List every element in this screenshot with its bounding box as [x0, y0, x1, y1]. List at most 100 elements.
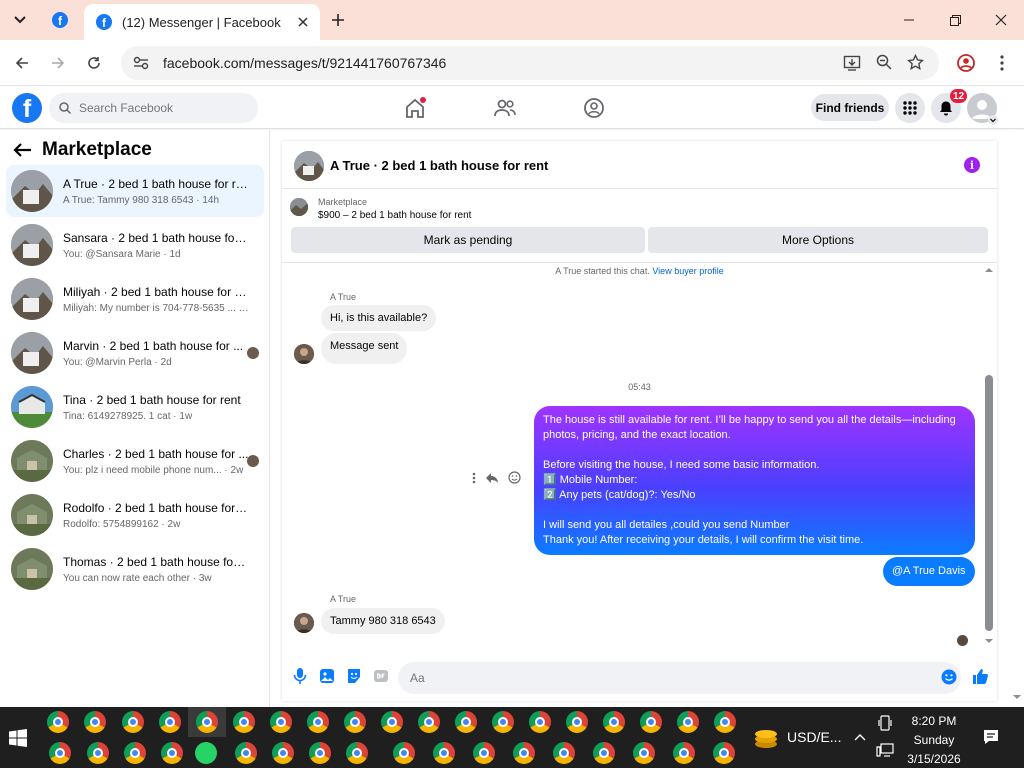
restore-button[interactable]: [932, 0, 978, 40]
scroll-down-icon[interactable]: [1010, 692, 1024, 702]
chrome-window-14[interactable]: [529, 711, 551, 733]
browser-menu-button[interactable]: [988, 49, 1016, 77]
chrome-window-32[interactable]: [553, 742, 575, 764]
thumbs-up-icon[interactable]: [971, 667, 989, 685]
chrome-window-19[interactable]: [714, 711, 736, 733]
avatar[interactable]: [294, 151, 324, 181]
chrome-window-21[interactable]: [87, 742, 109, 764]
listing-thumbnail[interactable]: [290, 198, 308, 216]
nav-groups[interactable]: [581, 95, 607, 121]
chrome-window-23[interactable]: [161, 742, 183, 764]
address-bar[interactable]: facebook.com/messages/t/921441760767346: [121, 46, 939, 80]
system-clock[interactable]: 8:20 PM Sunday 3/15/2026: [890, 712, 978, 768]
chrome-window-17[interactable]: [640, 711, 662, 733]
view-buyer-profile-link[interactable]: View buyer profile: [652, 266, 723, 276]
close-icon[interactable]: [298, 17, 308, 27]
whatsapp-icon[interactable]: [195, 742, 217, 764]
chrome-window-13[interactable]: [492, 711, 514, 733]
conversation-item[interactable]: Marvin · 2 bed 1 bath house for ... You: …: [6, 327, 264, 379]
chrome-window-24[interactable]: [235, 742, 257, 764]
chrome-window-30[interactable]: [473, 742, 495, 764]
arrow-left-icon[interactable]: [12, 142, 32, 158]
reply-icon[interactable]: [485, 472, 499, 484]
incoming-message[interactable]: Message sent: [321, 333, 408, 364]
back-button[interactable]: [8, 49, 36, 77]
mention-message[interactable]: @A True Davis: [883, 557, 975, 586]
currency-widget-text[interactable]: USD/E...: [787, 729, 841, 745]
close-window-button[interactable]: [978, 0, 1024, 40]
sender-avatar[interactable]: [294, 613, 314, 633]
bookmark-star-icon[interactable]: [907, 54, 924, 71]
chrome-window-29[interactable]: [433, 742, 455, 764]
scroll-up-icon[interactable]: [982, 265, 996, 275]
currency-widget-icon[interactable]: [752, 726, 780, 750]
chrome-window-35[interactable]: [673, 742, 695, 764]
chrome-window-12[interactable]: [455, 711, 477, 733]
conversation-item[interactable]: Charles · 2 bed 1 bath house for ... You:…: [6, 435, 264, 487]
chrome-window-16[interactable]: [603, 711, 625, 733]
incoming-message[interactable]: Hi, is this available?: [321, 305, 437, 331]
reload-button[interactable]: [80, 49, 108, 77]
chrome-window-5[interactable]: [196, 711, 218, 733]
windows-start-icon[interactable]: [9, 729, 27, 747]
search-input[interactable]: [79, 101, 239, 115]
chrome-window-33[interactable]: [593, 742, 615, 764]
chrome-window-9[interactable]: [344, 711, 366, 733]
nav-home[interactable]: [402, 95, 428, 121]
chrome-window-8[interactable]: [307, 711, 329, 733]
zoom-icon[interactable]: [876, 54, 892, 70]
chrome-window-34[interactable]: [633, 742, 655, 764]
more-options-button[interactable]: More Options: [648, 227, 988, 253]
chrome-window-10[interactable]: [381, 711, 403, 733]
install-app-icon[interactable]: [843, 54, 861, 72]
chrome-window-2[interactable]: [84, 711, 106, 733]
conversation-item[interactable]: Rodolfo · 2 bed 1 bath house for re... Ro…: [6, 489, 264, 541]
chrome-window-26[interactable]: [309, 742, 331, 764]
info-icon[interactable]: i: [964, 157, 980, 173]
conversation-item[interactable]: Thomas · 2 bed 1 bath house for re... You…: [6, 543, 264, 595]
profile-button[interactable]: [952, 49, 980, 77]
scroll-thumb[interactable]: [985, 375, 993, 631]
microphone-icon[interactable]: [291, 667, 309, 685]
tab-messenger[interactable]: f (12) Messenger | Facebook: [84, 4, 320, 40]
photo-icon[interactable]: [318, 667, 336, 685]
chrome-window-25[interactable]: [272, 742, 294, 764]
chevron-down-icon[interactable]: [988, 115, 998, 125]
conversation-item[interactable]: Tina · 2 bed 1 bath house for rent Tina: …: [6, 381, 264, 433]
nav-friends[interactable]: [492, 95, 518, 121]
chrome-window-27[interactable]: [346, 742, 368, 764]
find-friends-button[interactable]: Find friends: [811, 94, 889, 121]
chrome-window-31[interactable]: [513, 742, 535, 764]
mark-as-pending-button[interactable]: Mark as pending: [291, 227, 645, 253]
chrome-window-36[interactable]: [713, 742, 735, 764]
chrome-window-18[interactable]: [677, 711, 699, 733]
facebook-search[interactable]: [49, 93, 258, 123]
chrome-window-6[interactable]: [233, 711, 255, 733]
tab-list-button[interactable]: [8, 8, 32, 32]
emoji-reaction-icon[interactable]: [508, 471, 521, 484]
sticker-icon[interactable]: [345, 667, 363, 685]
chrome-window-15[interactable]: [566, 711, 588, 733]
new-tab-button[interactable]: [328, 10, 348, 30]
conversation-item[interactable]: Miliyah · 2 bed 1 bath house for rent Mil…: [6, 273, 264, 325]
menu-button[interactable]: [895, 93, 925, 123]
conversation-item[interactable]: Sansara · 2 bed 1 bath house for re... Yo…: [6, 219, 264, 271]
gif-icon[interactable]: [372, 667, 390, 685]
url-text[interactable]: facebook.com/messages/t/921441760767346: [163, 55, 446, 71]
pinned-tab-facebook[interactable]: f: [50, 10, 70, 30]
sender-avatar[interactable]: [294, 344, 314, 364]
chrome-window-22[interactable]: [124, 742, 146, 764]
chat-title[interactable]: A True · 2 bed 1 bath house for rent: [330, 158, 548, 173]
chrome-window-3[interactable]: [122, 711, 144, 733]
chrome-window-28[interactable]: [393, 742, 415, 764]
more-actions-icon[interactable]: [472, 472, 476, 484]
facebook-logo-icon[interactable]: f: [12, 93, 42, 123]
notification-center-icon[interactable]: [983, 729, 999, 745]
chrome-window-7[interactable]: [270, 711, 292, 733]
chrome-window-4[interactable]: [159, 711, 181, 733]
page-scrollbar[interactable]: [1010, 130, 1024, 707]
scroll-down-icon[interactable]: [982, 636, 996, 646]
incoming-message[interactable]: Tammy 980 318 6543: [321, 608, 445, 634]
listing-price[interactable]: $900 – 2 bed 1 bath house for rent: [318, 210, 471, 221]
conversation-item[interactable]: A True · 2 bed 1 bath house for rent A Tr…: [6, 165, 264, 217]
